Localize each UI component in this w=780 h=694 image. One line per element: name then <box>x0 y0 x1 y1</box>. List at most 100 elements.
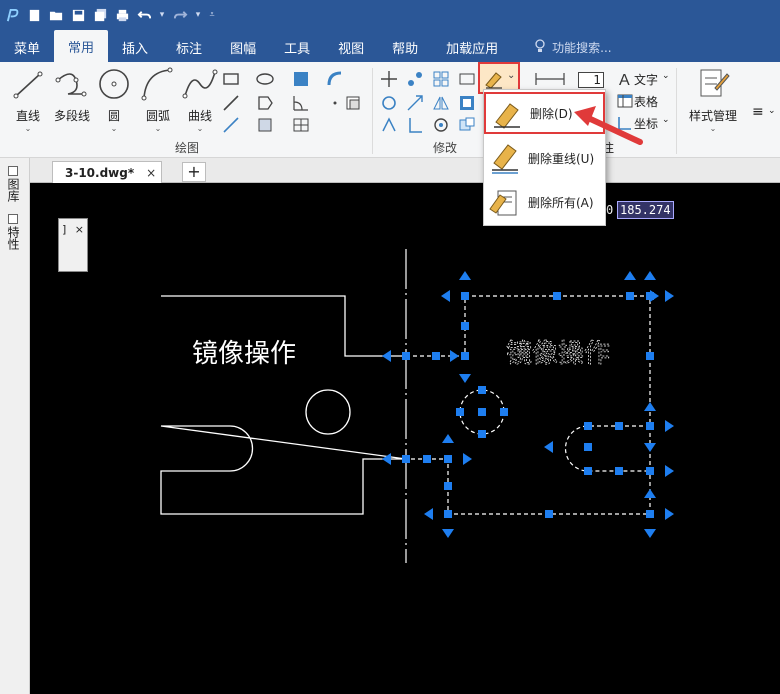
ribbon-panel: 直线 ⌄ 多段线 圆 ⌄ 圆弧 ⌄ 曲线 ⌄ 绘图 修改 1 A 文字 ⌄ 表格… <box>0 62 780 158</box>
grip-square <box>444 482 452 490</box>
copy-tool-button[interactable] <box>406 70 424 88</box>
customize-quick-access-icon[interactable]: ⩡ <box>208 10 216 20</box>
mirror-tool-button[interactable] <box>432 94 450 112</box>
xline-tool-button[interactable] <box>222 94 240 112</box>
grip-arrow <box>644 402 656 411</box>
save-icon[interactable] <box>70 7 86 23</box>
redo-dropdown-icon[interactable]: ▾ <box>194 10 202 20</box>
hatch-tool-button[interactable] <box>292 70 310 88</box>
region-tool-button[interactable] <box>344 94 362 112</box>
grip-arrow <box>650 290 659 302</box>
modify-group-label: 修改 <box>433 141 458 155</box>
grip-square <box>456 408 464 416</box>
scale-tool-button[interactable] <box>406 94 424 112</box>
tab-menu[interactable]: 菜单 <box>0 32 54 62</box>
boundary-tool-button[interactable] <box>256 116 274 134</box>
chevron-down-icon[interactable]: ⌄ <box>768 106 776 116</box>
grip-square <box>461 322 469 330</box>
linear-dimension-tool-button[interactable] <box>534 70 566 88</box>
print-icon[interactable] <box>114 7 130 23</box>
text-a-icon: A <box>619 72 630 89</box>
offset-tool-button[interactable] <box>458 94 476 112</box>
new-file-icon[interactable] <box>26 7 42 23</box>
polygon-icon <box>258 96 273 110</box>
grip-square <box>584 422 592 430</box>
circle-tool-button[interactable]: 圆 ⌄ <box>92 66 136 133</box>
mirrored-outline <box>406 295 651 515</box>
wipeout-icon <box>327 71 342 86</box>
grip-square <box>444 510 452 518</box>
grip-arrow <box>459 374 471 383</box>
arc-icon <box>141 67 173 101</box>
grip-arrow <box>382 453 391 465</box>
polygon-tool-button[interactable] <box>256 94 274 112</box>
tab-view[interactable]: 视图 <box>324 32 378 62</box>
tab-help[interactable]: 帮助 <box>378 32 432 62</box>
point-tool-button[interactable] <box>326 94 344 112</box>
trim-icon <box>382 117 396 132</box>
move-tool-button[interactable] <box>380 70 398 88</box>
eraser-lines-icon <box>492 144 518 174</box>
mini-panel-close-icon[interactable]: × <box>75 223 84 267</box>
wipeout-tool-button[interactable] <box>326 70 344 88</box>
undo-dropdown-icon[interactable]: ▾ <box>158 10 166 20</box>
undo-icon[interactable] <box>136 7 152 23</box>
new-tab-button[interactable]: + <box>182 162 206 182</box>
curve-tool-button[interactable]: 曲线 ⌄ <box>178 66 222 133</box>
ellipse-tool-button[interactable] <box>256 70 274 88</box>
coord-readout-x: 0 <box>606 203 614 217</box>
line-tool-label: 直线 <box>15 109 40 123</box>
dock-tab-library[interactable]: 图库 <box>6 166 22 202</box>
dimension-angle-tool-button[interactable] <box>292 94 310 112</box>
mirrored-slot <box>564 425 650 472</box>
ray-tool-button[interactable] <box>222 116 240 134</box>
grid-icon <box>293 118 309 132</box>
point-icon <box>333 101 337 105</box>
close-tab-icon[interactable]: × <box>146 166 156 180</box>
grip-arrow <box>382 350 391 362</box>
arc-tool-button[interactable]: 圆弧 ⌄ <box>136 66 180 133</box>
trim-tool-button[interactable] <box>380 116 398 134</box>
dock-tab-properties[interactable]: 特性 <box>6 214 22 250</box>
rectangle-tool-button[interactable] <box>222 70 240 88</box>
properties-icon <box>8 214 18 224</box>
chevron-down-icon[interactable]: ⌄ <box>662 71 670 81</box>
fillet-tool-button[interactable] <box>432 116 450 134</box>
drawing-canvas[interactable]: 镜像操作 镜像操作 ] × <box>30 183 780 694</box>
text-tool-label[interactable]: 文字 <box>634 71 658 88</box>
document-tab-title: 3-10.dwg* <box>65 165 135 180</box>
rotate-tool-button[interactable] <box>380 94 398 112</box>
tab-common[interactable]: 常用 <box>54 30 109 62</box>
style-manager-button[interactable]: 样式管理 ⌄ <box>686 66 740 133</box>
tab-load-apps[interactable]: 加载应用 <box>432 32 512 62</box>
menu-item-delete-all[interactable]: 删除所有(A) <box>484 181 605 223</box>
coord-readout-y[interactable]: 185.274 <box>617 201 674 219</box>
redo-icon[interactable] <box>172 7 188 23</box>
explode-tool-button[interactable] <box>458 116 476 134</box>
line-tool-button[interactable]: 直线 ⌄ <box>6 66 50 133</box>
polyline-tool-button[interactable]: 多段线 <box>50 66 94 124</box>
save-all-icon[interactable] <box>92 7 108 23</box>
tab-tools[interactable]: 工具 <box>270 32 324 62</box>
chevron-down-icon[interactable]: ⌄ <box>662 115 670 125</box>
text-tool-icon-wrap[interactable]: A <box>616 70 634 89</box>
grip-square <box>553 292 561 300</box>
tolerance-tool-button[interactable]: 1 <box>578 72 604 88</box>
extend-tool-button[interactable] <box>406 116 424 134</box>
table-insert-tool-button[interactable] <box>292 116 310 134</box>
feature-search-placeholder: 功能搜索... <box>552 40 612 55</box>
app-logo-icon[interactable] <box>4 7 20 23</box>
more-options-icon[interactable]: ≡ <box>752 104 764 120</box>
open-folder-icon[interactable] <box>48 7 64 23</box>
array-tool-button[interactable] <box>432 70 450 88</box>
mirror-icon <box>433 96 449 110</box>
grip-square <box>444 455 452 463</box>
stretch-tool-button[interactable] <box>458 70 476 88</box>
tab-frame[interactable]: 图幅 <box>216 32 270 62</box>
document-tab[interactable]: 3-10.dwg* × <box>52 161 162 183</box>
feature-search[interactable]: 功能搜索... <box>512 32 612 62</box>
tab-annotate[interactable]: 标注 <box>162 32 216 62</box>
original-outline <box>160 295 407 515</box>
tab-insert[interactable]: 插入 <box>108 32 162 62</box>
chevron-down-icon: ⌄ <box>154 124 162 133</box>
